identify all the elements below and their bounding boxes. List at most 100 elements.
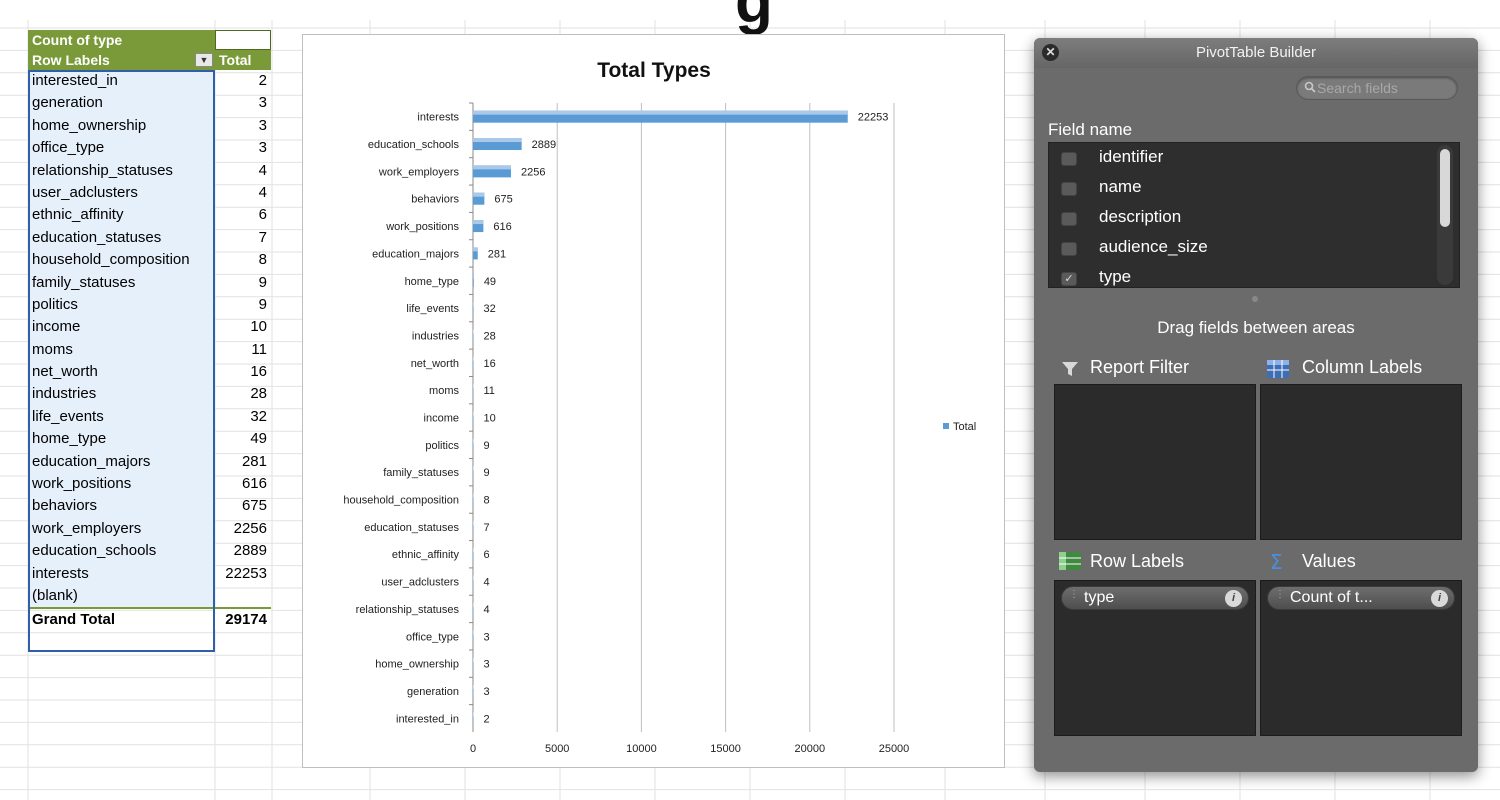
report-filter-area[interactable]	[1054, 384, 1256, 540]
values-area[interactable]: ⋮ Count of t... i	[1260, 580, 1462, 736]
builder-titlebar[interactable]: ✕ PivotTable Builder	[1034, 38, 1478, 68]
info-icon[interactable]: i	[1431, 590, 1448, 607]
row-label-cell[interactable]: household_composition	[28, 249, 215, 272]
row-label-cell[interactable]: work_employers	[28, 517, 215, 541]
row-label-cell[interactable]: (blank)	[28, 584, 215, 608]
field-label: name	[1099, 177, 1142, 196]
row-labels-header[interactable]: Row Labels ▼	[28, 50, 215, 70]
row-value-cell[interactable]: 7	[215, 227, 271, 249]
row-value-cell[interactable]: 2256	[215, 518, 271, 540]
row-labels-area[interactable]: ⋮ type i	[1054, 580, 1256, 736]
row-value-cell[interactable]: 3	[215, 137, 271, 159]
row-label-cell[interactable]: home_ownership	[28, 114, 215, 138]
data-label: 28	[484, 330, 496, 342]
info-icon[interactable]: i	[1225, 590, 1242, 607]
table-row: education_majors 281	[28, 450, 271, 474]
resize-handle[interactable]	[1252, 296, 1258, 302]
field-item-name[interactable]: name	[1049, 173, 1439, 203]
row-label-cell[interactable]: office_type	[28, 137, 215, 160]
row-value-cell[interactable]: 2	[215, 70, 271, 92]
row-value-cell[interactable]: 6	[215, 204, 271, 226]
row-label-cell[interactable]: income	[28, 316, 215, 339]
row-value-cell[interactable]	[215, 585, 271, 607]
category-label: education_statuses	[364, 522, 459, 534]
row-value-cell[interactable]: 8	[215, 249, 271, 271]
table-row: user_adclusters 4	[28, 181, 271, 205]
row-value-cell[interactable]: 4	[215, 160, 271, 182]
total-header[interactable]: Total	[215, 50, 271, 70]
type-field-pill[interactable]: ⋮ type i	[1061, 586, 1249, 610]
data-label: 8	[484, 495, 490, 507]
row-label-cell[interactable]: interests	[28, 562, 215, 585]
row-value-cell[interactable]: 3	[215, 92, 271, 114]
row-label-cell[interactable]: education_statuses	[28, 226, 215, 250]
field-list-scrollbar[interactable]	[1437, 145, 1453, 285]
row-label-cell[interactable]: work_positions	[28, 473, 215, 496]
row-value-cell[interactable]: 11	[215, 339, 271, 361]
field-item-description[interactable]: description	[1049, 203, 1439, 233]
row-value-cell[interactable]: 4	[215, 182, 271, 204]
column-labels-area[interactable]	[1260, 384, 1462, 540]
row-label-cell[interactable]: generation	[28, 92, 215, 115]
row-value-cell[interactable]: 675	[215, 495, 271, 517]
row-label-cell[interactable]: net_worth	[28, 361, 215, 384]
row-value-cell[interactable]: 32	[215, 406, 271, 428]
grip-icon[interactable]: ⋮	[1275, 590, 1285, 604]
grand-total-label[interactable]: Grand Total	[28, 609, 215, 629]
filter-dropdown-icon[interactable]: ▼	[195, 53, 213, 67]
x-tick-label: 20000	[795, 743, 826, 755]
row-value-cell[interactable]: 9	[215, 294, 271, 316]
category-label: work_employers	[378, 166, 460, 178]
search-fields-input[interactable]: Search fields	[1296, 76, 1458, 100]
row-label-cell[interactable]: family_statuses	[28, 271, 215, 294]
field-checkbox[interactable]	[1061, 182, 1077, 196]
row-value-cell[interactable]: 2889	[215, 540, 271, 562]
row-label-cell[interactable]: ethnic_affinity	[28, 204, 215, 227]
table-row: education_statuses 7	[28, 226, 271, 250]
table-row: generation 3	[28, 92, 271, 115]
field-item-identifier[interactable]: identifier	[1049, 143, 1439, 173]
count-of-type-pill[interactable]: ⋮ Count of t... i	[1267, 586, 1455, 610]
row-value-cell[interactable]: 10	[215, 316, 271, 338]
row-label-cell[interactable]: interested_in	[28, 70, 215, 93]
x-tick-label: 25000	[879, 743, 910, 755]
grip-icon[interactable]: ⋮	[1069, 590, 1079, 604]
data-label: 32	[484, 303, 496, 315]
field-checkbox[interactable]: ✓	[1061, 272, 1077, 286]
table-row: home_type 49	[28, 428, 271, 451]
field-item-type[interactable]: ✓ type	[1049, 263, 1439, 287]
field-list[interactable]: identifier name description audience_size ✓ t…	[1048, 142, 1460, 288]
row-label-cell[interactable]: education_schools	[28, 540, 215, 563]
row-label-cell[interactable]: relationship_statuses	[28, 159, 215, 182]
row-value-cell[interactable]: 616	[215, 473, 271, 495]
bar-chart[interactable]: Total Types 0 5000 10000 15000 20000 25000 inte…	[302, 34, 1005, 768]
field-checkbox[interactable]	[1061, 152, 1077, 166]
category-label: user_adclusters	[381, 577, 459, 589]
field-checkbox[interactable]	[1061, 242, 1077, 256]
row-label-cell[interactable]: education_majors	[28, 450, 215, 474]
row-value-cell[interactable]: 16	[215, 361, 271, 383]
row-value-cell[interactable]: 49	[215, 428, 271, 450]
category-label: net_worth	[411, 358, 459, 370]
row-value-cell[interactable]: 3	[215, 115, 271, 137]
row-value-cell[interactable]: 22253	[215, 563, 271, 585]
row-value-cell[interactable]: 28	[215, 383, 271, 405]
row-pill-label: type	[1084, 589, 1115, 606]
scrollbar-thumb[interactable]	[1440, 149, 1450, 227]
pivottable-builder-panel[interactable]: ✕ PivotTable Builder Search fields Field…	[1034, 38, 1478, 772]
grand-total-value[interactable]: 29174	[215, 609, 271, 630]
row-label-cell[interactable]: moms	[28, 338, 215, 362]
row-value-cell[interactable]: 9	[215, 272, 271, 294]
row-label-cell[interactable]: industries	[28, 383, 215, 406]
row-label-cell[interactable]: life_events	[28, 405, 215, 429]
empty-header-cell[interactable]	[215, 30, 271, 50]
field-item-audience-size[interactable]: audience_size	[1049, 233, 1439, 263]
table-row: moms 11	[28, 338, 271, 362]
row-label-cell[interactable]: behaviors	[28, 495, 215, 518]
row-label-cell[interactable]: home_type	[28, 428, 215, 451]
row-value-cell[interactable]: 281	[215, 451, 271, 473]
field-checkbox[interactable]	[1061, 212, 1077, 226]
row-label-cell[interactable]: politics	[28, 293, 215, 317]
count-of-type-header[interactable]: Count of type	[28, 30, 215, 50]
row-label-cell[interactable]: user_adclusters	[28, 181, 215, 205]
